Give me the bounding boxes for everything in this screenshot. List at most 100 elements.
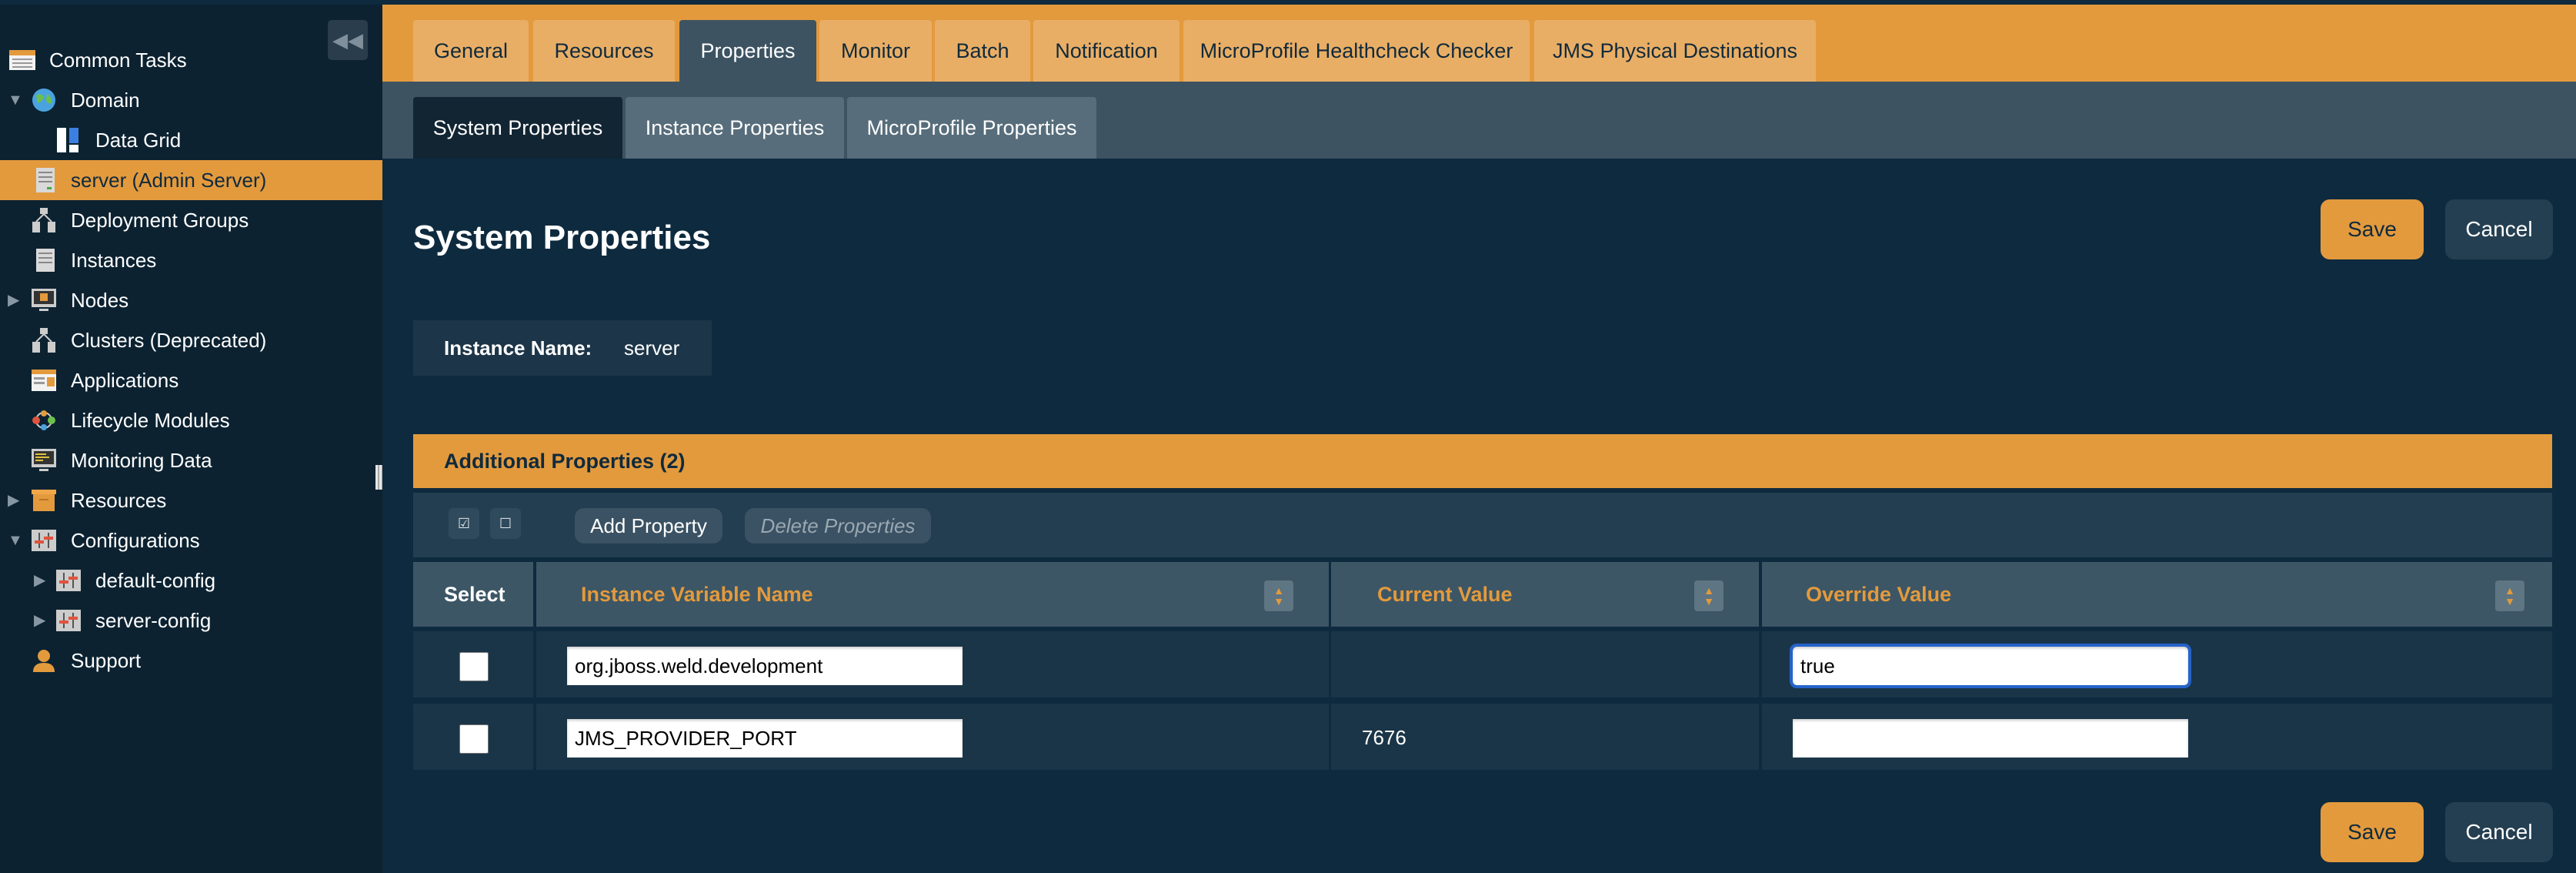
sidebar-item-monitoring-data[interactable]: Monitoring Data (0, 440, 382, 480)
sidebar-item-lifecycle-modules[interactable]: Lifecycle Modules (0, 400, 382, 440)
override-value-input[interactable] (1793, 719, 2188, 758)
sidebar-item-common-tasks[interactable]: Common Tasks (0, 40, 382, 80)
delete-properties-button[interactable]: Delete Properties (745, 508, 931, 544)
navigation-sidebar: ◀◀ Common Tasks ▼ Domain Data Grid serve… (0, 5, 383, 873)
sidebar-item-label: Clusters (Deprecated) (71, 328, 267, 352)
main-tab-bar: General Resources Properties Monitor Bat… (382, 5, 2576, 82)
table-toolbar: ☑ ☐ Add Property Delete Properties (413, 493, 2552, 557)
sidebar-item-nodes[interactable]: ▶ Nodes (0, 280, 382, 320)
subtab-microprofile-properties[interactable]: MicroProfile Properties (847, 97, 1096, 159)
column-header-current-value[interactable]: Current Value ▲ ▼ (1331, 562, 1759, 627)
current-value-cell (1331, 631, 1759, 697)
override-value-cell (1762, 704, 2552, 770)
sidebar-item-label: Domain (71, 88, 140, 112)
expand-toggle-icon[interactable]: ▶ (34, 560, 49, 600)
globe-icon (31, 88, 57, 112)
sort-icon[interactable]: ▲ ▼ (2495, 580, 2524, 611)
save-button-bottom[interactable]: Save (2321, 802, 2424, 862)
sidebar-item-clusters[interactable]: Clusters (Deprecated) (0, 320, 382, 360)
sidebar-item-label: Applications (71, 368, 179, 392)
tab-batch[interactable]: Batch (935, 20, 1030, 82)
sidebar-item-default-config[interactable]: ▶ default-config (0, 560, 382, 600)
row-select-checkbox[interactable] (459, 652, 489, 681)
column-header-select: Select (413, 562, 533, 627)
config-icon (55, 568, 82, 593)
expand-toggle-icon[interactable]: ▶ (8, 280, 23, 320)
sort-icon[interactable]: ▲ ▼ (1694, 580, 1723, 611)
instance-variable-name-input[interactable] (567, 647, 963, 685)
resources-icon (31, 488, 57, 513)
sort-icon[interactable]: ▲ ▼ (1264, 580, 1293, 611)
name-cell (536, 631, 1329, 697)
sidebar-item-label: Common Tasks (49, 48, 187, 72)
tab-general[interactable]: General (413, 20, 529, 82)
additional-properties-header: Additional Properties (2) (413, 434, 2552, 488)
current-value: 7676 (1362, 726, 1406, 749)
instance-name-label: Instance Name: (444, 336, 592, 360)
sidebar-item-configurations[interactable]: ▼ Configurations (0, 520, 382, 560)
deployment-groups-icon (31, 208, 57, 232)
sidebar-item-label: Nodes (71, 288, 129, 312)
sidebar-item-data-grid[interactable]: Data Grid (0, 120, 382, 160)
sidebar-item-label: Monitoring Data (71, 448, 212, 472)
main-content: General Resources Properties Monitor Bat… (382, 5, 2576, 873)
lifecycle-modules-icon (31, 408, 57, 433)
cancel-button-top[interactable]: Cancel (2445, 199, 2553, 259)
name-cell (536, 704, 1329, 770)
sidebar-item-resources[interactable]: ▶ Resources (0, 480, 382, 520)
column-header-instance-variable-name[interactable]: Instance Variable Name ▲ ▼ (536, 562, 1329, 627)
add-property-button[interactable]: Add Property (575, 508, 722, 544)
cancel-button-bottom[interactable]: Cancel (2445, 802, 2553, 862)
tab-notification[interactable]: Notification (1033, 20, 1180, 82)
deselect-all-button[interactable]: ☐ (490, 508, 521, 539)
override-value-input[interactable] (1790, 644, 2191, 688)
sidebar-item-label: Lifecycle Modules (71, 408, 230, 432)
tab-resources[interactable]: Resources (533, 20, 675, 82)
column-header-label: Override Value (1806, 582, 1952, 606)
tab-jms-physical-destinations[interactable]: JMS Physical Destinations (1534, 20, 1816, 82)
sidebar-item-deployment-groups[interactable]: Deployment Groups (0, 200, 382, 240)
select-all-button[interactable]: ☑ (449, 508, 479, 539)
expand-toggle-icon[interactable]: ▼ (8, 80, 23, 120)
row-select-checkbox[interactable] (459, 724, 489, 754)
sidebar-item-label: Data Grid (95, 128, 182, 152)
deselect-all-icon: ☐ (499, 515, 512, 531)
applications-icon (31, 368, 57, 393)
instance-name-panel: Instance Name: server (413, 320, 712, 376)
column-header-label: Current Value (1377, 582, 1513, 606)
server-icon (32, 168, 58, 192)
sidebar-item-label: Deployment Groups (71, 208, 249, 232)
sidebar-item-domain[interactable]: ▼ Domain (0, 80, 382, 120)
expand-toggle-icon[interactable]: ▼ (8, 520, 23, 560)
data-grid-icon (55, 128, 82, 152)
support-icon (31, 648, 57, 673)
sidebar-item-applications[interactable]: Applications (0, 360, 382, 400)
sidebar-item-server[interactable]: server (Admin Server) (0, 160, 382, 200)
sidebar-item-label: Instances (71, 248, 157, 272)
nodes-icon (31, 288, 57, 313)
monitoring-data-icon (31, 448, 57, 473)
tab-monitor[interactable]: Monitor (819, 20, 932, 82)
sidebar-item-instances[interactable]: Instances (0, 240, 382, 280)
expand-toggle-icon[interactable]: ▶ (34, 600, 49, 641)
column-header-override-value[interactable]: Override Value ▲ ▼ (1762, 562, 2552, 627)
subtab-system-properties[interactable]: System Properties (413, 97, 622, 159)
sidebar-item-label: Resources (71, 488, 167, 512)
save-button-top[interactable]: Save (2321, 199, 2424, 259)
select-cell (413, 704, 533, 770)
sidebar-item-label: Configurations (71, 528, 200, 552)
config-icon (55, 608, 82, 633)
subtab-instance-properties[interactable]: Instance Properties (626, 97, 844, 159)
sidebar-item-label: Support (71, 648, 142, 672)
expand-toggle-icon[interactable]: ▶ (8, 480, 23, 520)
sidebar-item-label: server-config (95, 608, 212, 632)
sidebar-item-support[interactable]: Support (0, 641, 382, 681)
instance-variable-name-input[interactable] (567, 719, 963, 758)
tab-microprofile-healthcheck-checker[interactable]: MicroProfile Healthcheck Checker (1183, 20, 1530, 82)
sidebar-item-server-config[interactable]: ▶ server-config (0, 600, 382, 641)
tab-properties[interactable]: Properties (679, 20, 816, 82)
configurations-icon (31, 528, 57, 553)
column-header-label: Select (444, 582, 506, 606)
clusters-icon (31, 328, 57, 353)
override-value-cell (1762, 631, 2552, 697)
